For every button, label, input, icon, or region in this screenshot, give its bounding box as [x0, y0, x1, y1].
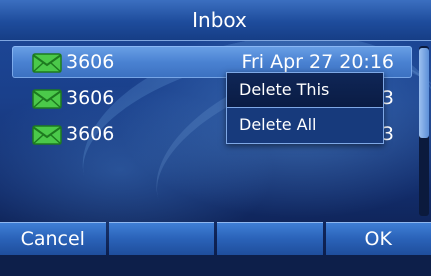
envelope-icon [32, 123, 62, 145]
phone-screen: Inbox 3606 Fri Apr 27 20:16 3606 3 [0, 0, 431, 255]
menu-item-delete-this[interactable]: Delete This [227, 73, 383, 107]
menu-item-delete-all[interactable]: Delete All [227, 107, 383, 142]
softkey-bar: Cancel OK [0, 222, 431, 255]
page-title: Inbox [192, 8, 247, 32]
message-sender: 3606 [66, 123, 114, 145]
envelope-icon [32, 51, 62, 73]
message-date: Fri Apr 27 20:16 [241, 51, 394, 73]
message-sender: 3606 [66, 51, 114, 73]
scrollbar[interactable] [419, 46, 429, 216]
message-sender: 3606 [66, 87, 114, 109]
scrollbar-thumb[interactable] [419, 48, 429, 138]
envelope-icon [32, 87, 62, 109]
context-menu: Delete This Delete All [226, 72, 384, 144]
softkey-2-button[interactable] [109, 222, 215, 255]
ok-button[interactable]: OK [326, 222, 431, 255]
cancel-button[interactable]: Cancel [0, 222, 106, 255]
title-bar: Inbox [0, 0, 431, 41]
softkey-3-button[interactable] [217, 222, 323, 255]
